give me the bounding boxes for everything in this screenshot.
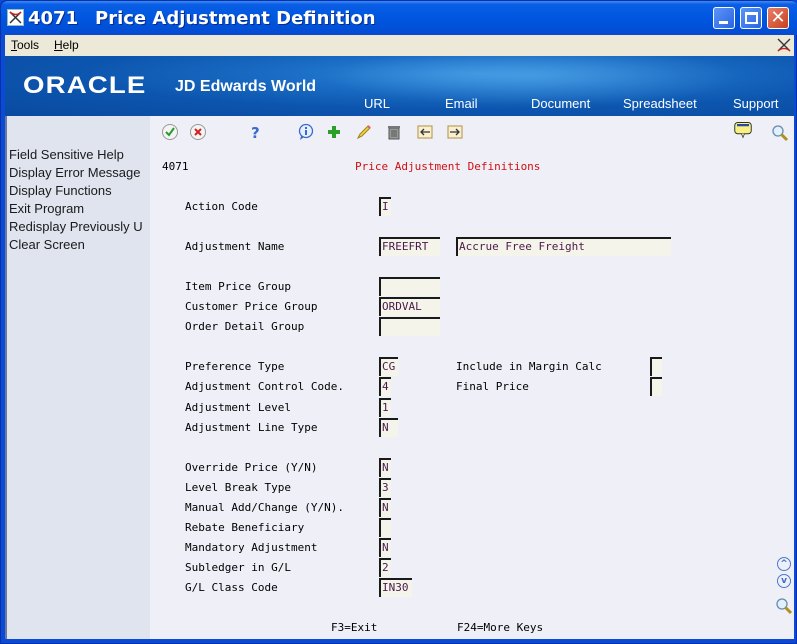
adjustment-description-input[interactable]: Accrue Free Freight <box>456 237 671 256</box>
label-gl-class-code: G/L Class Code <box>185 581 278 594</box>
subledger-in-gl-input[interactable]: 2 <box>379 558 391 577</box>
minimize-icon <box>719 21 728 24</box>
manual-add-change-input[interactable]: N <box>379 498 391 517</box>
label-action-code: Action Code <box>185 200 258 213</box>
menu-bar: Tools Help <box>5 35 794 56</box>
label-level-break-type: Level Break Type <box>185 481 291 494</box>
search-icon[interactable] <box>771 124 789 142</box>
form-title: Price Adjustment Definitions <box>355 160 541 173</box>
sidebar: Field Sensitive Help Display Error Messa… <box>5 116 150 639</box>
window-title: Price Adjustment Definition <box>95 8 376 29</box>
label-adjustment-name: Adjustment Name <box>185 240 285 253</box>
menu-help-label: elp <box>62 38 79 52</box>
preference-type-input[interactable]: CG <box>379 357 398 376</box>
adjustment-level-input[interactable]: 1 <box>379 398 391 417</box>
banner-link-email[interactable]: Email <box>445 96 478 111</box>
info-icon[interactable] <box>297 123 315 141</box>
edit-icon[interactable] <box>355 123 373 141</box>
page-up-icon[interactable]: ^ <box>777 557 791 571</box>
final-price-input[interactable] <box>650 377 662 396</box>
override-price-input[interactable]: N <box>379 458 391 477</box>
level-break-type-input[interactable]: 3 <box>379 478 391 497</box>
page-down-icon[interactable]: v <box>777 574 791 588</box>
maximize-button[interactable] <box>740 7 762 29</box>
title-bar[interactable]: 4071 Price Adjustment Definition ✕ <box>1 1 797 35</box>
cancel-icon[interactable] <box>189 123 207 141</box>
label-order-detail-group: Order Detail Group <box>185 320 305 333</box>
customer-price-group-input[interactable]: ORDVAL <box>379 297 440 316</box>
label-final-price: Final Price <box>456 380 529 393</box>
label-subledger-in-gl: Subledger in G/L <box>185 561 291 574</box>
label-include-in-margin-calc: Include in Margin Calc <box>456 360 602 373</box>
label-adjustment-line-type: Adjustment Line Type <box>185 421 318 434</box>
export-icon[interactable] <box>446 123 464 141</box>
label-customer-price-group: Customer Price Group <box>185 300 318 313</box>
jde-logo-icon <box>776 37 792 53</box>
action-code-input[interactable]: I <box>379 197 391 216</box>
menu-tools-label: ools <box>17 38 40 52</box>
menu-help[interactable]: Help <box>54 38 79 52</box>
fkey-f3-exit[interactable]: F3=Exit <box>331 621 377 634</box>
close-button[interactable]: ✕ <box>767 7 789 29</box>
form-code: 4071 <box>162 160 189 173</box>
fkey-f24-more-keys[interactable]: F24=More Keys <box>457 621 543 634</box>
label-mandatory-adjustment: Mandatory Adjustment <box>185 541 318 554</box>
delete-icon[interactable] <box>385 123 403 141</box>
zoom-search-icon[interactable] <box>775 597 793 615</box>
adjustment-name-input[interactable]: FREEFRT <box>379 237 440 256</box>
window-program-code: 4071 <box>28 8 79 29</box>
oracle-logo: ORACLE <box>23 72 147 99</box>
maximize-icon <box>745 12 758 24</box>
minimize-button[interactable] <box>713 7 735 29</box>
item-price-group-input[interactable] <box>379 277 440 296</box>
svg-text:?: ? <box>251 124 260 141</box>
banner-link-spreadsheet[interactable]: Spreadsheet <box>623 96 697 111</box>
banner-link-document[interactable]: Document <box>531 96 590 111</box>
sidebar-item-exit-program[interactable]: Exit Program <box>9 201 84 216</box>
sidebar-item-redisplay-previously[interactable]: Redisplay Previously U <box>9 219 143 234</box>
gl-class-code-input[interactable]: IN30 <box>379 578 412 597</box>
label-adjustment-level: Adjustment Level <box>185 401 291 414</box>
oracle-banner: ORACLE JD Edwards World URL Email Docume… <box>5 56 794 116</box>
check-icon[interactable] <box>161 123 179 141</box>
jde-app-icon <box>7 9 24 26</box>
banner-link-support[interactable]: Support <box>733 96 779 111</box>
message-icon[interactable] <box>734 121 758 145</box>
close-icon: ✕ <box>770 7 786 28</box>
sidebar-item-field-sensitive-help[interactable]: Field Sensitive Help <box>9 147 124 162</box>
order-detail-group-input[interactable] <box>379 317 440 336</box>
adjustment-line-type-input[interactable]: N <box>379 418 398 437</box>
application-window: 4071 Price Adjustment Definition ✕ Tools… <box>0 0 797 644</box>
sidebar-item-display-functions[interactable]: Display Functions <box>9 183 112 198</box>
help-icon[interactable]: ? <box>246 123 264 142</box>
label-item-price-group: Item Price Group <box>185 280 291 293</box>
add-icon[interactable] <box>325 123 343 141</box>
rebate-beneficiary-input[interactable] <box>379 518 391 537</box>
label-override-price: Override Price (Y/N) <box>185 461 318 474</box>
sidebar-item-clear-screen[interactable]: Clear Screen <box>9 237 85 252</box>
import-icon[interactable] <box>416 123 434 141</box>
menu-tools[interactable]: Tools <box>11 38 39 52</box>
label-manual-add-change: Manual Add/Change (Y/N). <box>185 501 344 514</box>
label-preference-type: Preference Type <box>185 360 285 373</box>
sidebar-item-display-error-message[interactable]: Display Error Message <box>9 165 141 180</box>
label-adjustment-control-code: Adjustment Control Code. <box>185 380 344 393</box>
label-rebate-beneficiary: Rebate Beneficiary <box>185 521 305 534</box>
main-content: Field Sensitive Help Display Error Messa… <box>5 116 794 639</box>
adjustment-control-code-input[interactable]: 4 <box>379 377 391 396</box>
include-in-margin-calc-input[interactable] <box>650 357 662 376</box>
product-name: JD Edwards World <box>175 78 317 95</box>
mandatory-adjustment-input[interactable]: N <box>379 538 391 557</box>
banner-link-url[interactable]: URL <box>364 96 390 111</box>
